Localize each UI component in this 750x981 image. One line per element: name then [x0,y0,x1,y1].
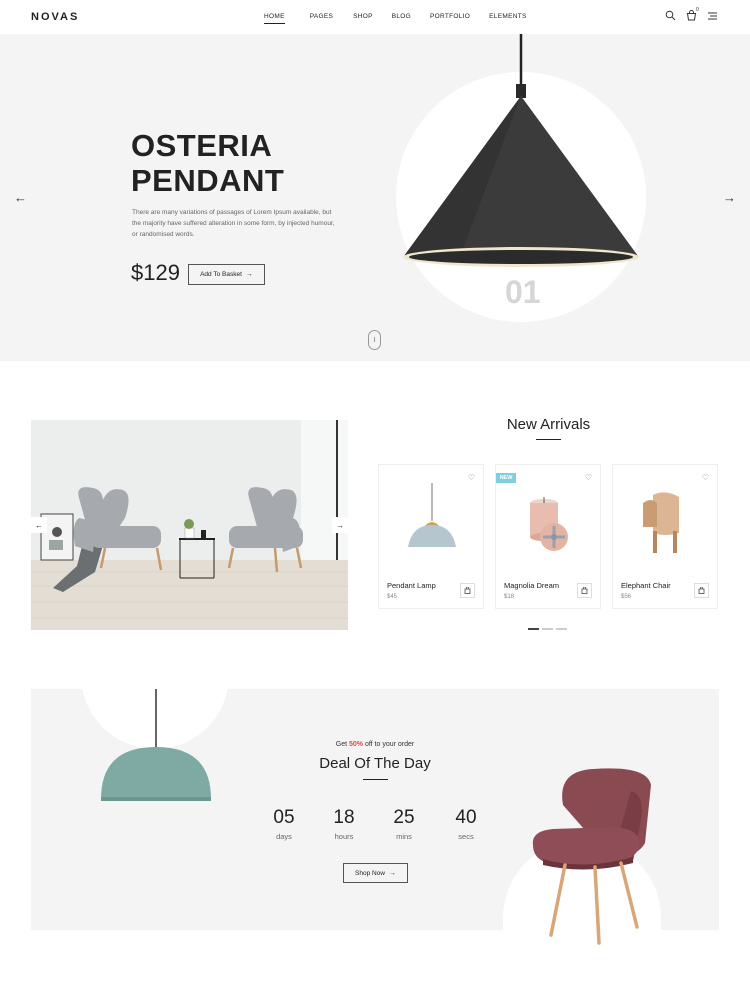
product-card[interactable]: NEW ♡ Magnolia Dream $18 [495,464,601,609]
search-icon[interactable] [665,10,677,22]
shop-now-label: Shop Now [355,869,385,877]
hero-description: There are many variations of passages of… [132,209,335,238]
nav-item-home[interactable]: HOME [264,13,285,24]
nav-item-portfolio[interactable]: PORTFOLIO [430,13,470,20]
scroll-indicator-icon[interactable] [368,330,381,350]
product-price: $56 [621,594,632,600]
countdown-label: hours [334,832,354,841]
wishlist-heart-icon[interactable]: ♡ [468,473,475,482]
product-price: $45 [387,594,398,600]
product-price: $18 [504,594,515,600]
candle-thumb [530,497,568,551]
hero-price: $129 [131,260,180,285]
nav-item-pages[interactable]: PAGES [310,13,333,20]
header-icons: 0 [665,7,719,22]
product-card[interactable]: ♡ Pendant Lamp $45 [378,464,484,609]
elephant-chair-thumb [643,492,679,553]
nav-item-elements[interactable]: ELEMENTS [489,13,526,20]
arrow-right-icon: → [389,869,396,877]
room-showcase-image: ← → [31,420,348,630]
hero-title: OSTERIA PENDANT [131,128,284,198]
carousel-dot[interactable] [528,628,539,630]
hero-title-line2: PENDANT [131,163,285,198]
room-prev-arrow[interactable]: ← [31,517,47,533]
site-logo[interactable]: NOVAS [31,11,79,23]
hero-next-arrow[interactable]: → [723,190,736,205]
deal-of-the-day-section: Get 50% off to your order Deal Of The Da… [31,661,719,959]
cart-icon[interactable]: 0 [686,7,699,22]
countdown-value: 05 [273,807,295,828]
bag-icon [581,587,588,594]
product-name[interactable]: Pendant Lamp [387,581,436,590]
hero-prev-arrow[interactable]: ← [14,190,27,205]
arrow-right-icon: → [245,271,253,278]
countdown-value: 40 [455,807,477,828]
hero-slider: 01 OSTERIA PENDANT There are many variat… [0,34,750,361]
living-room-illustration [31,420,348,630]
product-name[interactable]: Magnolia Dream [504,581,559,590]
add-to-cart-button[interactable] [577,583,592,598]
carousel-pagination [528,628,567,630]
cart-count: 0 [696,7,699,13]
countdown-value: 18 [333,807,355,828]
shop-now-button[interactable]: Shop Now → [343,863,408,883]
title-underline [536,439,561,440]
nav-item-shop[interactable]: SHOP [353,13,373,20]
countdown-hours: 18 hours [319,807,369,841]
new-badge: NEW [496,473,516,483]
add-to-basket-label: Add To Basket [200,271,242,278]
deal-subtitle: Get 50% off to your order [31,741,719,748]
site-header: NOVAS HOME PAGES SHOP BLOG PORTFOLIO ELE… [0,0,750,34]
title-underline [363,779,388,780]
wishlist-heart-icon[interactable]: ♡ [585,473,592,482]
slide-number: 01 [505,274,541,310]
add-to-cart-button[interactable] [460,583,475,598]
deal-subtitle-suffix: off to your order [363,741,415,748]
maroon-armchair-image [532,768,651,945]
pendant-lamp-image [403,34,639,267]
countdown-value: 25 [393,807,415,828]
bag-icon [464,587,471,594]
nav-item-blog[interactable]: BLOG [392,13,411,20]
carousel-dot[interactable] [556,628,567,630]
deal-subtitle-prefix: Get [335,741,349,748]
bag-icon [698,587,705,594]
countdown-mins: 25 mins [379,807,429,841]
countdown-secs: 40 secs [441,807,491,841]
countdown-label: mins [396,832,412,841]
add-to-cart-button[interactable] [694,583,709,598]
wishlist-heart-icon[interactable]: ♡ [702,473,709,482]
countdown-label: days [276,832,292,841]
product-name[interactable]: Elephant Chair [621,581,671,590]
arrow-left-icon: ← [35,520,43,530]
countdown-days: 05 days [259,807,309,841]
discount-highlight: 50% [348,741,363,748]
main-nav: HOME PAGES SHOP BLOG PORTFOLIO ELEMENTS [264,13,527,24]
pendant-lamp-thumb [408,483,456,547]
countdown-label: secs [458,832,474,841]
add-to-basket-button[interactable]: Add To Basket → [188,264,265,285]
hero-title-line1: OSTERIA [131,128,273,163]
new-arrivals-title: New Arrivals [506,416,591,433]
product-card[interactable]: ♡ Elephant Chair $56 [612,464,718,609]
menu-icon[interactable] [707,10,719,22]
arrow-right-icon: → [336,520,344,530]
room-next-arrow[interactable]: → [332,517,348,533]
carousel-dot[interactable] [542,628,553,630]
